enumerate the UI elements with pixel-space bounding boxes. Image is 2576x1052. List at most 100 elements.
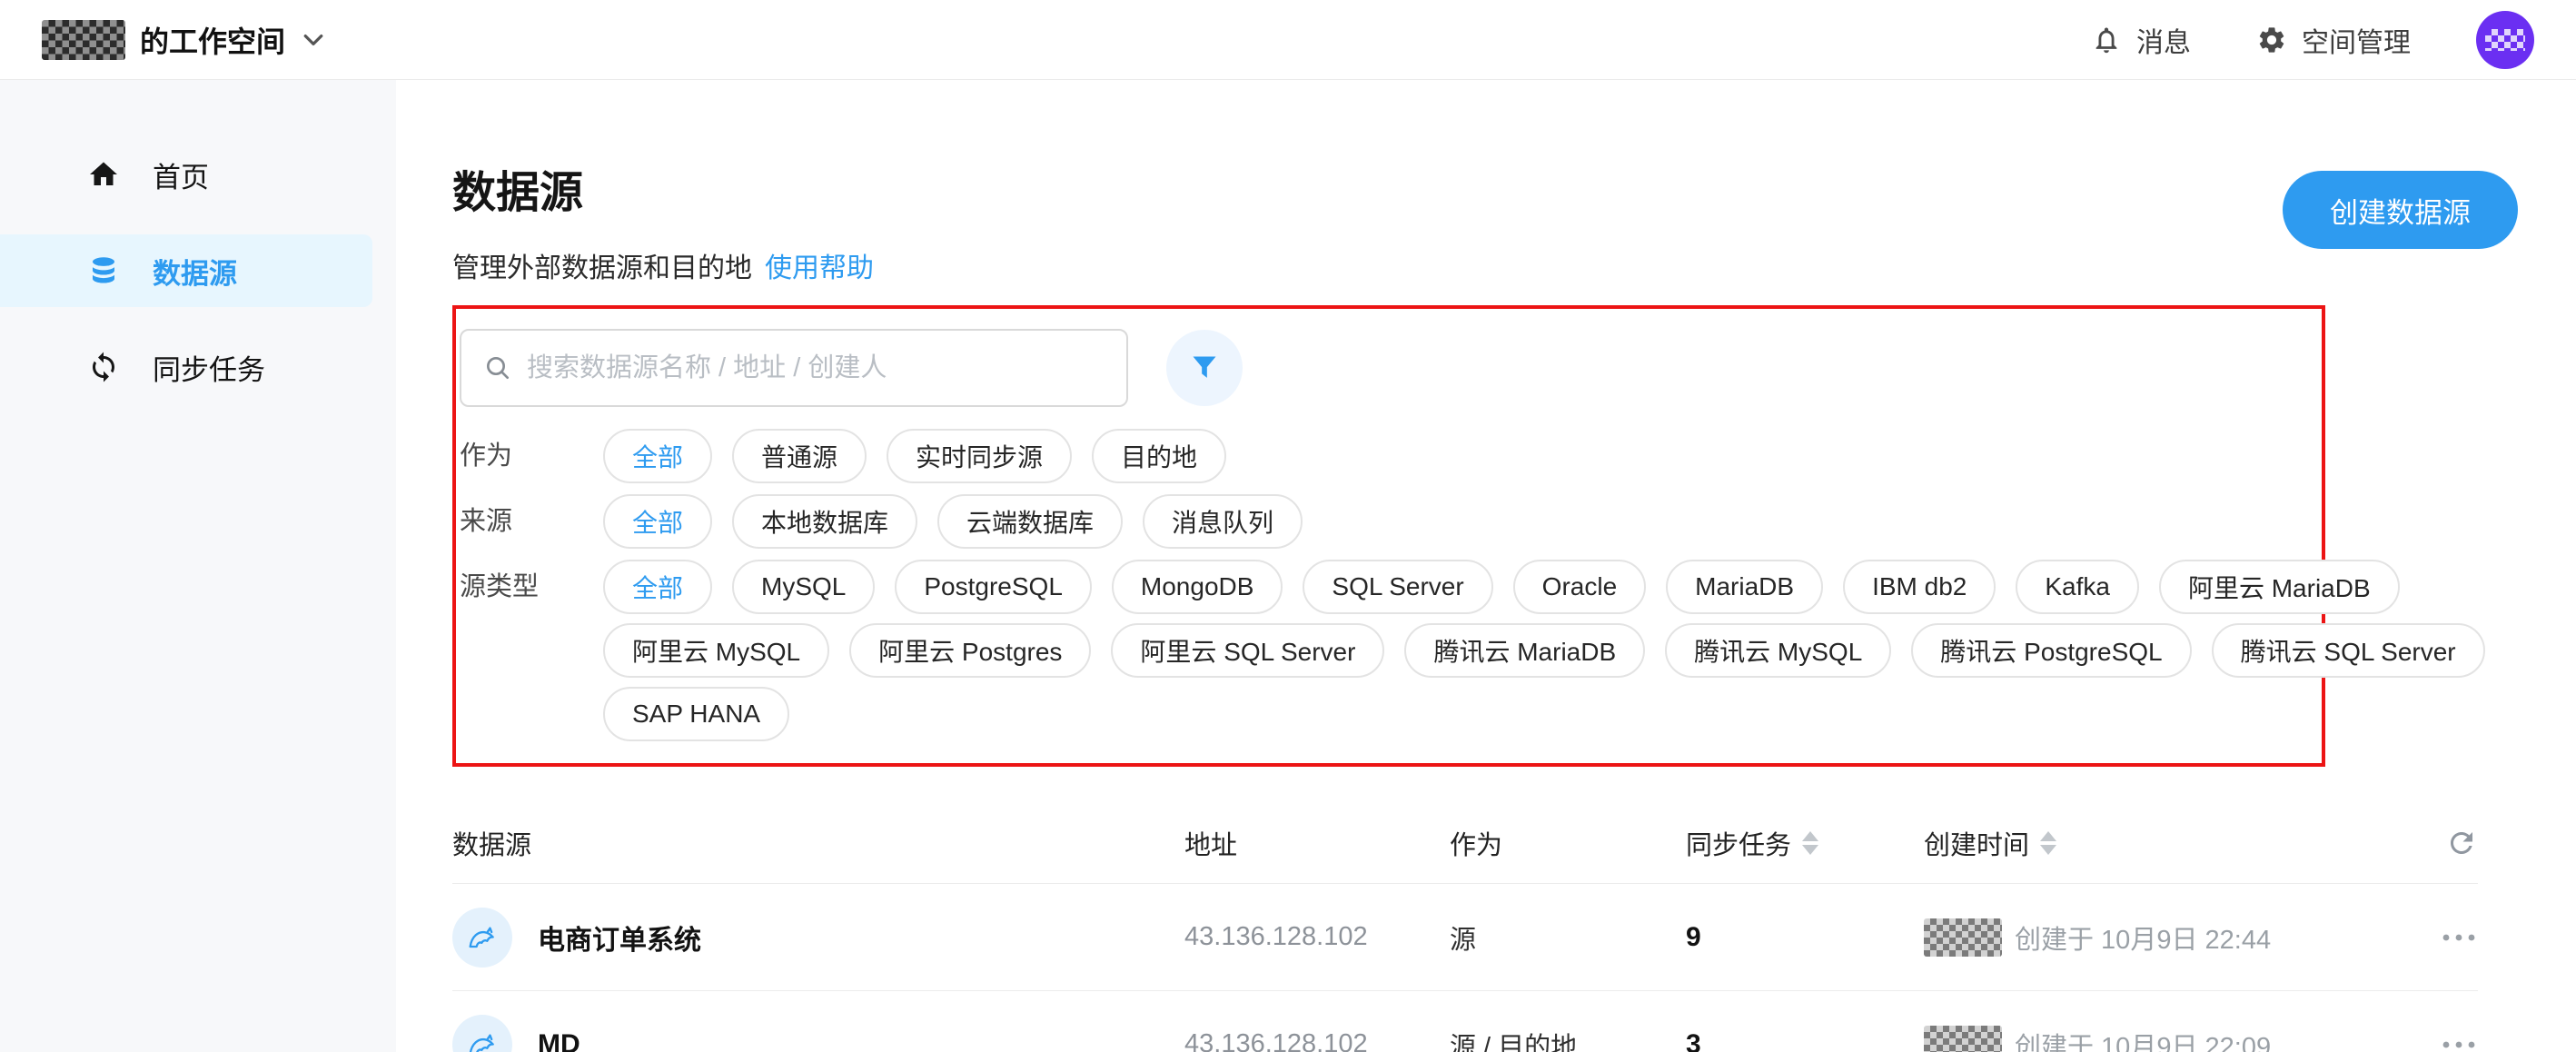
column-header-name: 数据源 [452,824,1184,862]
messages-button[interactable]: 消息 [2091,20,2191,60]
row-more-button[interactable] [2440,1038,2478,1051]
workspace-switcher[interactable]: 的工作空间 [42,19,327,61]
filter-pill[interactable]: 阿里云 MariaDB [2159,560,2400,614]
help-link[interactable]: 使用帮助 [765,245,874,285]
filter-pill[interactable]: 阿里云 SQL Server [1111,623,1384,678]
page-title: 数据源 [452,156,2518,220]
sidebar-item-sync-tasks[interactable]: 同步任务 [0,331,372,403]
redacted-creator-name [1924,918,2002,957]
datasource-table: 数据源 地址 作为 同步任务 创建时间 [452,803,2478,1052]
sort-icon[interactable] [2040,831,2056,855]
row-more-button[interactable] [2440,931,2478,944]
user-avatar[interactable] [2476,11,2534,69]
refresh-button[interactable] [2445,827,2478,859]
filter-group-origin: 来源 全部 本地数据库 云端数据库 消息队列 [460,494,2304,549]
filter-pill[interactable]: Oracle [1513,560,1646,614]
filter-pill[interactable]: 腾讯云 MariaDB [1404,623,1645,678]
column-header-tasks: 同步任务 [1686,824,1924,862]
sync-icon [87,351,120,383]
sidebar-item-datasources[interactable]: 数据源 [0,234,372,307]
home-icon [87,158,120,191]
datasource-name[interactable]: 电商订单系统 [538,918,701,958]
filter-toggle-button[interactable] [1166,330,1243,406]
filter-pill[interactable]: 目的地 [1092,429,1226,483]
filter-group-label: 来源 [460,494,603,549]
filter-pill[interactable]: 阿里云 MySQL [603,623,829,678]
filter-pill[interactable]: 消息队列 [1143,494,1303,549]
datasource-role: 源 / 目的地 [1450,1026,1686,1052]
sort-icon[interactable] [1802,831,1818,855]
ellipsis-icon [2440,1038,2478,1051]
filter-panel-annotation-rect: 作为 全部 普通源 实时同步源 目的地 来源 全部 本地数据库 [452,305,2325,767]
mysql-dolphin-icon [464,1027,500,1052]
column-header-role: 作为 [1450,824,1686,862]
filter-pill[interactable]: 腾讯云 MySQL [1665,623,1891,678]
sync-task-count: 9 [1686,922,1924,953]
filter-pill[interactable]: MongoDB [1112,560,1283,614]
datasource-address: 43.136.128.102 [1184,1029,1450,1052]
database-icon [87,254,120,287]
gear-icon [2256,25,2287,55]
datasource-role: 源 [1450,918,1686,957]
filter-pill[interactable]: 全部 [603,494,712,549]
filter-pill[interactable]: Kafka [2016,560,2139,614]
funnel-icon [1186,350,1223,386]
sidebar-item-label: 数据源 [153,251,237,292]
filter-pill[interactable]: SAP HANA [603,687,789,741]
mysql-source-icon [452,1015,512,1052]
filter-group-label: 源类型 [460,560,603,741]
workspace-title: 的工作空间 [140,19,285,61]
search-box [460,329,1128,407]
main-content: 数据源 管理外部数据源和目的地 使用帮助 创建数据源 [396,80,2576,1052]
filter-pill[interactable]: 全部 [603,429,712,483]
space-admin-label: 空间管理 [2302,20,2411,60]
filter-pill[interactable]: 实时同步源 [887,429,1072,483]
table-header: 数据源 地址 作为 同步任务 创建时间 [452,803,2478,883]
filter-pill[interactable]: 云端数据库 [937,494,1123,549]
table-row[interactable]: MD 43.136.128.102 源 / 目的地 3 创建于 10月9日 22… [452,990,2478,1052]
redacted-creator-name [1924,1026,2002,1052]
mysql-source-icon [452,908,512,968]
page-subtitle: 管理外部数据源和目的地 [452,245,752,285]
filter-pill[interactable]: 腾讯云 SQL Server [2212,623,2485,678]
column-header-address: 地址 [1184,824,1450,862]
mysql-dolphin-icon [464,919,500,956]
sidebar-item-label: 同步任务 [153,347,265,388]
filter-group-source-type: 源类型 全部 MySQL PostgreSQL MongoDB SQL Serv… [460,560,2304,741]
sidebar-item-home[interactable]: 首页 [0,138,372,211]
ellipsis-icon [2440,931,2478,944]
datasource-address: 43.136.128.102 [1184,922,1450,952]
redacted-avatar-content [2485,29,2525,51]
filter-pill[interactable]: SQL Server [1303,560,1492,614]
redacted-workspace-name [42,20,125,60]
table-row[interactable]: 电商订单系统 43.136.128.102 源 9 创建于 10月9日 22:4… [452,883,2478,990]
topbar-actions: 消息 空间管理 [2091,11,2534,69]
search-input[interactable] [527,353,1105,383]
filter-pill[interactable]: MySQL [732,560,875,614]
bell-icon [2091,25,2122,55]
refresh-icon [2445,827,2478,859]
filter-group-label: 作为 [460,429,603,483]
top-bar: 的工作空间 消息 空间管理 [0,0,2576,80]
chevron-down-icon [300,26,327,54]
filter-pill[interactable]: 全部 [603,560,712,614]
filter-pill[interactable]: PostgreSQL [895,560,1092,614]
filter-pill[interactable]: 腾讯云 PostgreSQL [1911,623,2191,678]
sync-task-count: 3 [1686,1029,1924,1052]
filter-group-role: 作为 全部 普通源 实时同步源 目的地 [460,429,2304,483]
sidebar-item-label: 首页 [153,154,209,195]
messages-label: 消息 [2136,20,2191,60]
sidebar: 首页 数据源 同步任务 [0,80,396,1052]
create-datasource-button[interactable]: 创建数据源 [2283,171,2518,249]
column-header-created: 创建时间 [1924,824,2432,862]
filter-pill[interactable]: IBM db2 [1843,560,1996,614]
filter-pill[interactable]: 普通源 [732,429,867,483]
filter-pill[interactable]: 本地数据库 [732,494,917,549]
filter-pill[interactable]: 阿里云 Postgres [849,623,1091,678]
created-time: 创建于 10月9日 22:44 [2015,918,2271,957]
datasource-name[interactable]: MD [538,1029,580,1052]
space-admin-button[interactable]: 空间管理 [2256,20,2411,60]
app-shell: 首页 数据源 同步任务 数据源 管理外部数据源和目的地 使用帮助 创建数据源 [0,80,2576,1052]
filter-pill[interactable]: MariaDB [1666,560,1823,614]
search-icon [483,353,512,382]
